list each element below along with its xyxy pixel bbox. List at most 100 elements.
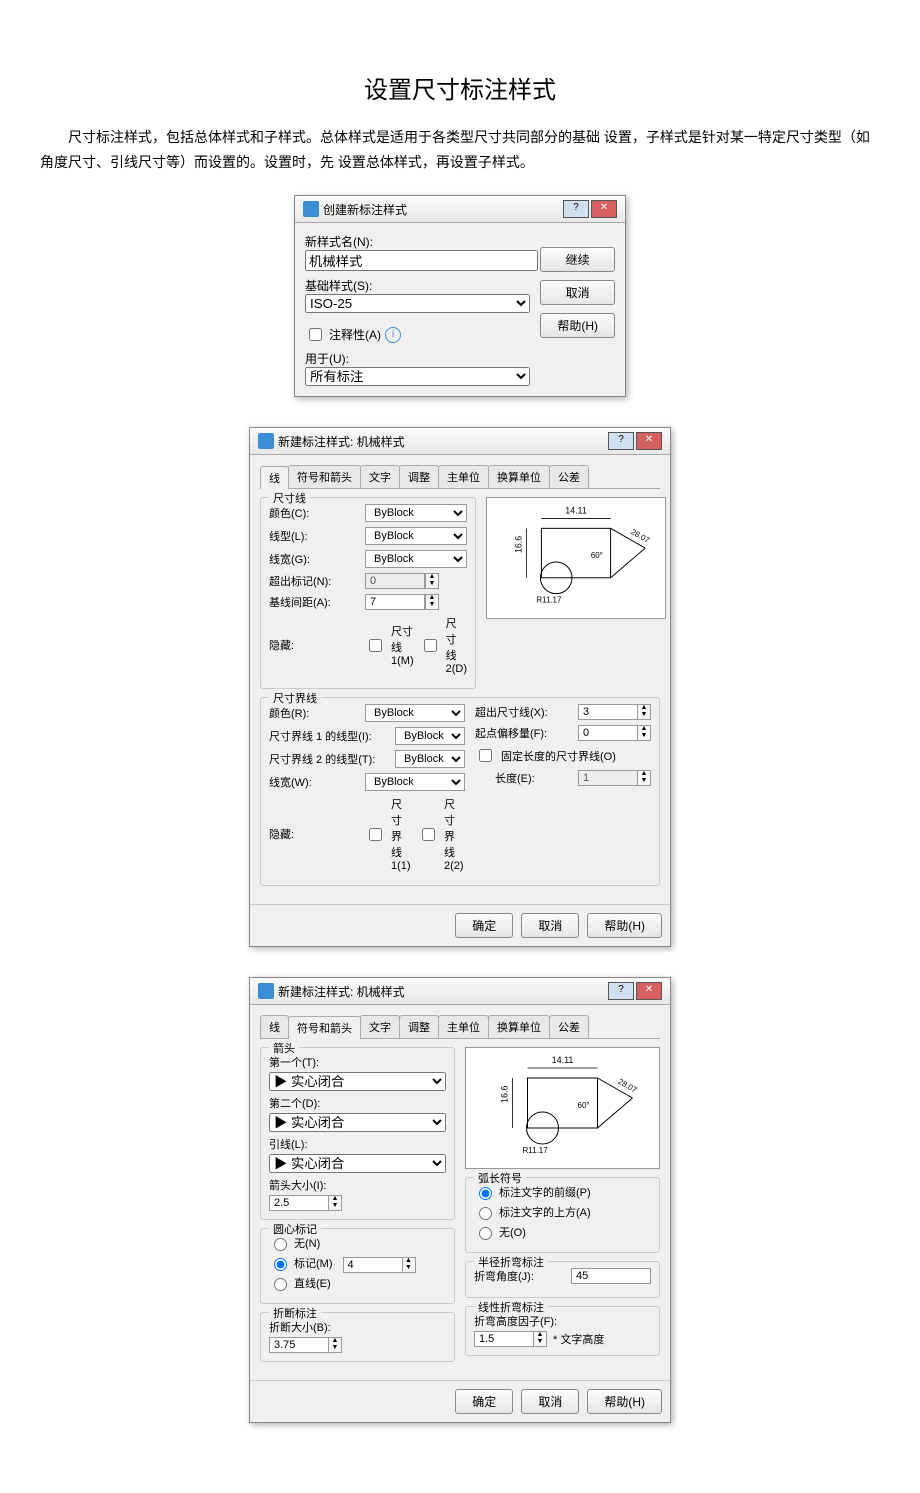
tab-primary-units[interactable]: 主单位 [438, 465, 489, 488]
arrow-size-input[interactable] [269, 1195, 328, 1211]
extension-lines-group: 尺寸界线 颜色(R): ByBlock 尺寸界线 1 的线型(I): ByBlo… [260, 697, 660, 886]
legend: 线性折弯标注 [474, 1299, 548, 1315]
tab-alt-units[interactable]: 换算单位 [488, 465, 550, 488]
tab-symbols-arrows[interactable]: 符号和箭头 [288, 1016, 361, 1039]
preview-image: 14.11 16.6 28.07 60° R11.17 [486, 497, 666, 619]
ext-beyond-input[interactable] [578, 704, 637, 720]
radius-jog-group: 半径折弯标注 折弯角度(J): [465, 1261, 660, 1298]
arrow-size-label: 箭头大小(I): [269, 1180, 326, 1192]
center-none-radio[interactable] [274, 1238, 287, 1251]
first-arrow-select[interactable]: ▶ 实心闭合 [269, 1072, 446, 1091]
spinner-down-icon[interactable]: ▼ [329, 1345, 341, 1352]
linetype-select[interactable]: ByBlock [365, 527, 467, 545]
help-icon[interactable]: ? [608, 982, 634, 1000]
new-style-name-label: 新样式名(N): [305, 235, 373, 249]
center-line-label: 直线(E) [294, 1275, 331, 1291]
center-mark-value-input[interactable] [343, 1257, 402, 1273]
annotative-label: 注释性(A) [329, 326, 381, 343]
tab-primary-units[interactable]: 主单位 [438, 1015, 489, 1038]
ext-lw-select[interactable]: ByBlock [365, 773, 465, 791]
continue-button[interactable]: 继续 [540, 247, 615, 272]
base-style-select[interactable]: ISO-25 [305, 294, 530, 313]
ok-button[interactable]: 确定 [455, 1389, 513, 1414]
help-button[interactable]: 帮助(H) [587, 913, 662, 938]
spinner-down-icon[interactable]: ▼ [426, 602, 438, 609]
extend-label: 超出标记(N): [269, 573, 359, 589]
tab-fit[interactable]: 调整 [399, 465, 439, 488]
preview-image: 14.11 16.6 28.07 60° R11.17 [465, 1047, 660, 1169]
tab-alt-units[interactable]: 换算单位 [488, 1015, 550, 1038]
cancel-button[interactable]: 取消 [521, 913, 579, 938]
arc-before-radio[interactable] [479, 1187, 492, 1200]
dialog-title: 新建标注样式: 机械样式 [278, 433, 405, 450]
spinner-up-icon[interactable]: ▲ [534, 1332, 546, 1339]
hide-extline1-label: 尺寸界线 1(1) [391, 796, 412, 872]
new-style-name-input[interactable] [305, 250, 538, 271]
spinner-down-icon[interactable]: ▼ [534, 1339, 546, 1346]
close-icon[interactable]: ✕ [636, 982, 662, 1000]
annotative-checkbox[interactable] [309, 328, 322, 341]
center-line-radio[interactable] [274, 1278, 287, 1291]
jog-factor-input[interactable] [474, 1331, 533, 1347]
hide-dimline2-checkbox[interactable] [424, 639, 437, 652]
spinner-down-icon[interactable]: ▼ [638, 733, 650, 740]
fixed-length-label: 固定长度的尺寸界线(O) [501, 748, 651, 764]
close-icon[interactable]: ✕ [636, 432, 662, 450]
ok-button[interactable]: 确定 [455, 913, 513, 938]
app-icon [258, 983, 274, 999]
jog-angle-input[interactable] [571, 1268, 651, 1284]
second-arrow-select[interactable]: ▶ 实心闭合 [269, 1113, 446, 1132]
tab-tolerances[interactable]: 公差 [549, 465, 589, 488]
svg-text:60°: 60° [578, 1101, 590, 1110]
color-select[interactable]: ByBlock [365, 504, 467, 522]
arc-none-radio[interactable] [479, 1227, 492, 1240]
spinner-down-icon[interactable]: ▼ [638, 778, 650, 785]
help-button[interactable]: 帮助(H) [587, 1389, 662, 1414]
spinner-down-icon[interactable]: ▼ [403, 1265, 415, 1272]
info-icon[interactable]: i [385, 327, 401, 343]
spinner-down-icon[interactable]: ▼ [329, 1203, 341, 1210]
arc-symbol-group: 弧长符号 标注文字的前缀(P) 标注文字的上方(A) 无(O) [465, 1177, 660, 1253]
fixed-length-checkbox[interactable] [479, 749, 492, 762]
legend: 圆心标记 [269, 1221, 321, 1237]
leader-arrow-select[interactable]: ▶ 实心闭合 [269, 1154, 446, 1173]
ext-color-select[interactable]: ByBlock [365, 704, 465, 722]
hide-dimline1-checkbox[interactable] [369, 639, 382, 652]
center-mark-radio[interactable] [274, 1258, 287, 1271]
help-icon[interactable]: ? [563, 200, 589, 218]
svg-text:28.07: 28.07 [617, 1077, 639, 1095]
legend: 弧长符号 [474, 1170, 526, 1186]
help-icon[interactable]: ? [608, 432, 634, 450]
hide-extline1-checkbox[interactable] [369, 828, 382, 841]
spacing-input[interactable] [365, 594, 425, 610]
tab-text[interactable]: 文字 [360, 1015, 400, 1038]
tab-lines[interactable]: 线 [260, 466, 289, 489]
hide-extline2-checkbox[interactable] [422, 828, 435, 841]
tab-text[interactable]: 文字 [360, 465, 400, 488]
help-button[interactable]: 帮助(H) [540, 313, 615, 338]
lineweight-select[interactable]: ByBlock [365, 550, 467, 568]
arc-above-label: 标注文字的上方(A) [499, 1204, 591, 1220]
ext-lt1-select[interactable]: ByBlock [395, 727, 465, 745]
ext-lt2-select[interactable]: ByBlock [395, 750, 465, 768]
cancel-button[interactable]: 取消 [540, 280, 615, 305]
ext-lt1-label: 尺寸界线 1 的线型(I): [269, 728, 389, 744]
spinner-up-icon[interactable]: ▲ [329, 1338, 341, 1345]
close-icon[interactable]: ✕ [591, 200, 617, 218]
tab-tolerances[interactable]: 公差 [549, 1015, 589, 1038]
tab-lines[interactable]: 线 [260, 1015, 289, 1038]
spinner-down-icon[interactable]: ▼ [426, 581, 438, 588]
offset-input[interactable] [578, 725, 637, 741]
cancel-button[interactable]: 取消 [521, 1389, 579, 1414]
break-size-input[interactable] [269, 1337, 328, 1353]
length-input[interactable] [578, 770, 637, 786]
extend-input[interactable] [365, 573, 425, 589]
spinner-down-icon[interactable]: ▼ [638, 712, 650, 719]
used-for-select[interactable]: 所有标注 [305, 367, 530, 386]
center-none-label: 无(N) [294, 1235, 320, 1251]
page-title: 设置尺寸标注样式 [40, 70, 880, 105]
tab-fit[interactable]: 调整 [399, 1015, 439, 1038]
ext-hide-label: 隐藏: [269, 826, 359, 842]
arc-above-radio[interactable] [479, 1207, 492, 1220]
tab-symbols-arrows[interactable]: 符号和箭头 [288, 465, 361, 488]
